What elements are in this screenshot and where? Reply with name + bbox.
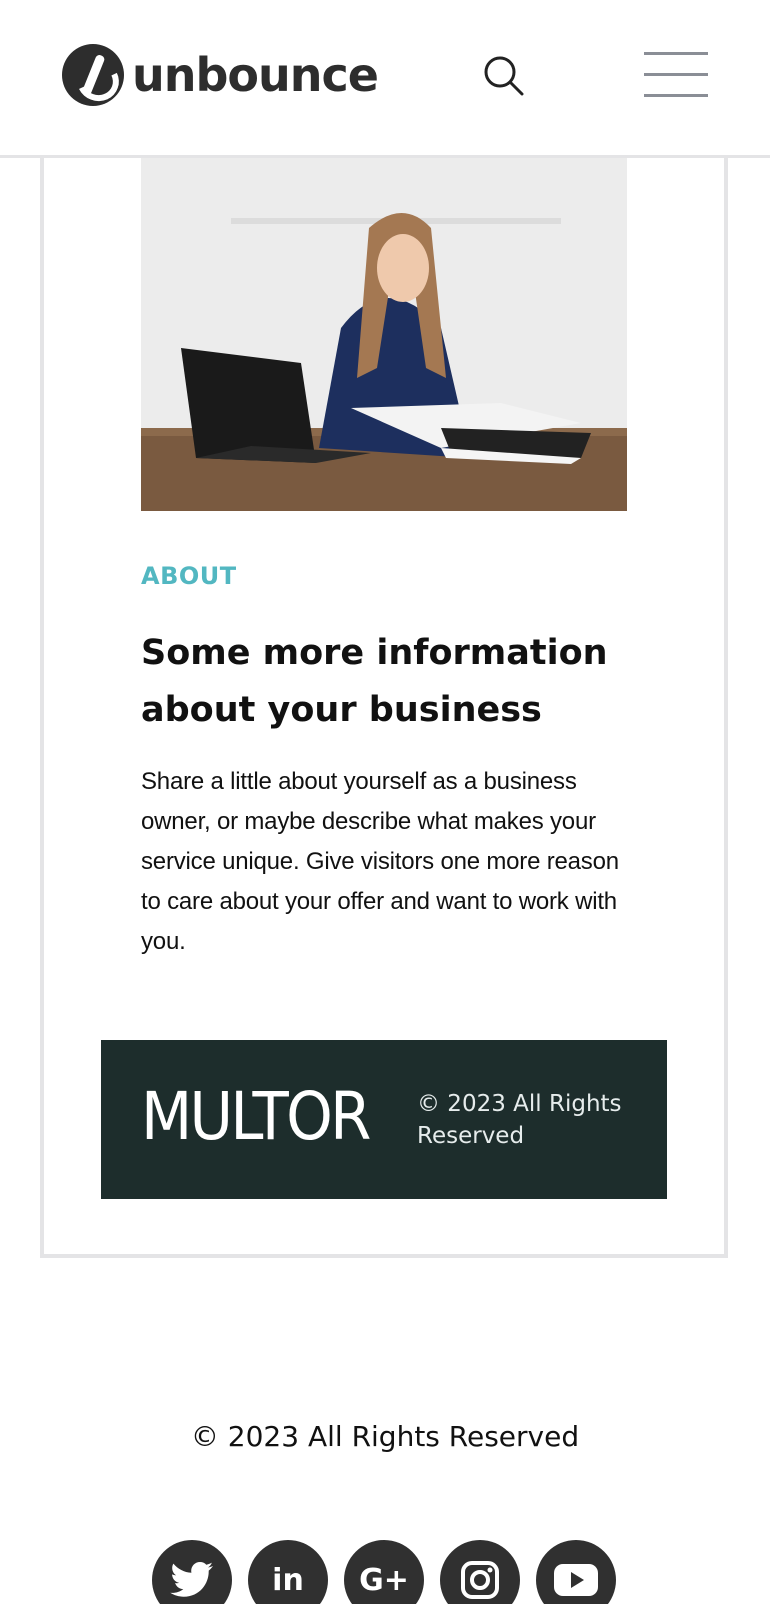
linkedin-link[interactable]: in <box>248 1540 328 1604</box>
site-header: unbounce <box>0 0 770 158</box>
heading-line-2: about your business <box>141 690 542 730</box>
heading-line-1: Some more information <box>141 633 608 673</box>
logo-text: unbounce <box>132 48 379 102</box>
about-photo <box>141 158 627 511</box>
instagram-icon <box>461 1561 499 1599</box>
copyright-line-2: Reserved <box>417 1123 525 1149</box>
menu-bar <box>644 94 708 97</box>
youtube-link[interactable] <box>536 1540 616 1604</box>
menu-bar <box>644 73 708 76</box>
linkedin-icon: in <box>272 1562 304 1598</box>
card-footer-copyright: © 2023 All Rights Reserved <box>417 1088 637 1152</box>
copyright-line-1: © 2023 All Rights <box>417 1091 622 1117</box>
unbounce-logo[interactable]: unbounce <box>62 44 379 106</box>
multor-logo: MULTOR <box>141 1078 371 1155</box>
search-button[interactable] <box>482 54 526 98</box>
section-eyebrow: ABOUT <box>141 562 237 590</box>
social-links: in G+ <box>152 1540 616 1604</box>
menu-bar <box>644 52 708 55</box>
twitter-icon <box>170 1562 213 1597</box>
twitter-link[interactable] <box>152 1540 232 1604</box>
google-plus-icon: G+ <box>359 1562 409 1598</box>
youtube-icon <box>554 1564 598 1596</box>
hamburger-menu-button[interactable] <box>644 52 710 100</box>
about-photo-illustration <box>141 158 627 511</box>
section-body: Share a little about yourself as a busin… <box>141 768 619 955</box>
google-plus-link[interactable]: G+ <box>344 1540 424 1604</box>
unbounce-logo-mark-icon <box>62 44 124 106</box>
card-footer-band: MULTOR © 2023 All Rights Reserved <box>101 1040 667 1199</box>
section-heading: Some more information about your busines… <box>141 625 641 739</box>
search-icon <box>484 56 524 96</box>
page-footer-copyright: © 2023 All Rights Reserved <box>190 1420 580 1453</box>
instagram-link[interactable] <box>440 1540 520 1604</box>
